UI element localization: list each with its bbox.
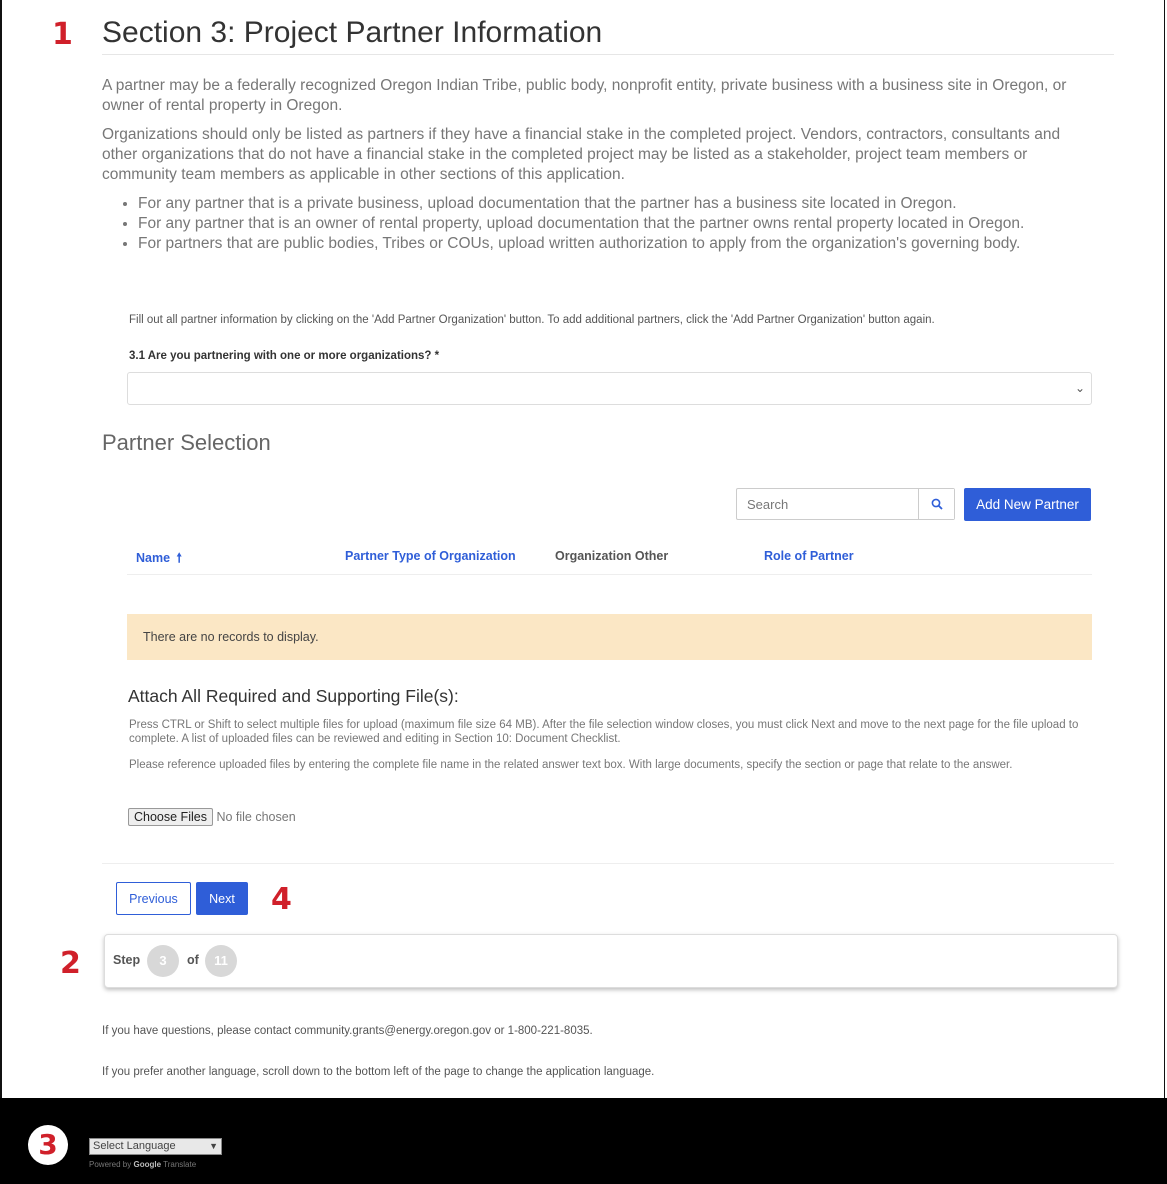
previous-button[interactable]: Previous (116, 882, 191, 915)
powered-by-label: Powered by (89, 1160, 132, 1169)
step-progress: Step 3 of 11 (104, 934, 1118, 988)
attachments-heading: Attach All Required and Supporting File(… (128, 686, 459, 706)
annotation-marker-1: 1 (52, 17, 73, 52)
current-step-badge: 3 (147, 945, 179, 977)
annotation-marker-2: 2 (60, 946, 81, 981)
language-select-value: Select Language (93, 1140, 176, 1152)
annotation-marker-3: 3 (28, 1125, 68, 1165)
search-icon (931, 498, 943, 510)
requirement-item: For any partner that is a private busine… (138, 194, 1094, 214)
column-header-name[interactable]: Name 🠕 (136, 549, 182, 570)
file-status: No file chosen (216, 810, 296, 824)
attachments-paragraph: Press CTRL or Shift to select multiple f… (129, 719, 1079, 745)
partner-selection-heading: Partner Selection (102, 430, 271, 455)
next-button[interactable]: Next (196, 882, 248, 915)
attachments-instructions: Press CTRL or Shift to select multiple f… (129, 718, 1079, 784)
contact-info: If you have questions, please contact co… (102, 1025, 593, 1037)
powered-by-google-translate: Powered by Google Translate (89, 1160, 196, 1169)
intro-text: A partner may be a federally recognized … (102, 76, 1094, 254)
total-steps-badge: 11 (205, 945, 237, 977)
column-header-role[interactable]: Role of Partner (764, 549, 854, 563)
column-header-organization-other: Organization Other (555, 549, 669, 563)
attachments-paragraph: Please reference uploaded files by enter… (129, 759, 1013, 771)
chevron-down-icon: ⌄ (1074, 381, 1085, 395)
column-header-label[interactable]: Role of Partner (764, 549, 854, 563)
intro-paragraph: A partner may be a federally recognized … (102, 77, 1067, 114)
file-upload: Choose Files No file chosen (128, 808, 296, 826)
question-label: 3.1 Are you partnering with one or more … (129, 350, 440, 362)
google-logo: Google (133, 1160, 162, 1169)
language-note: If you prefer another language, scroll d… (102, 1066, 655, 1078)
table-header: Name 🠕 Partner Type of Organization Orga… (127, 540, 1092, 575)
requirement-item: For any partner that is an owner of rent… (138, 214, 1094, 234)
step-label: Step (113, 953, 141, 967)
search-button[interactable] (918, 489, 954, 519)
sort-ascending-icon: 🠕 (176, 551, 182, 565)
page-title: Section 3: Project Partner Information (102, 16, 1114, 55)
choose-files-button[interactable]: Choose Files (128, 808, 213, 826)
annotation-marker-4: 4 (271, 882, 292, 917)
search-box (736, 488, 955, 520)
column-header-label[interactable]: Partner Type of Organization (345, 549, 516, 563)
search-input[interactable] (737, 489, 939, 519)
column-header-label[interactable]: Name (136, 551, 170, 565)
intro-paragraph: Organizations should only be listed as p… (102, 126, 1061, 183)
translate-link[interactable]: Translate (163, 1160, 196, 1169)
divider (102, 863, 1114, 864)
column-header-partner-type[interactable]: Partner Type of Organization (345, 549, 516, 563)
requirement-item: For partners that are public bodies, Tri… (138, 234, 1094, 254)
add-new-partner-button[interactable]: Add New Partner (964, 488, 1091, 521)
partnering-select[interactable]: ⌄ (127, 372, 1092, 405)
partner-instructions: Fill out all partner information by clic… (129, 314, 935, 326)
language-select[interactable]: Select Language ▼ (89, 1138, 222, 1155)
empty-table-message: There are no records to display. (127, 614, 1092, 660)
requirements-list: For any partner that is a private busine… (102, 194, 1094, 254)
chevron-down-icon: ▼ (209, 1141, 218, 1151)
step-of-label: of (187, 953, 199, 967)
